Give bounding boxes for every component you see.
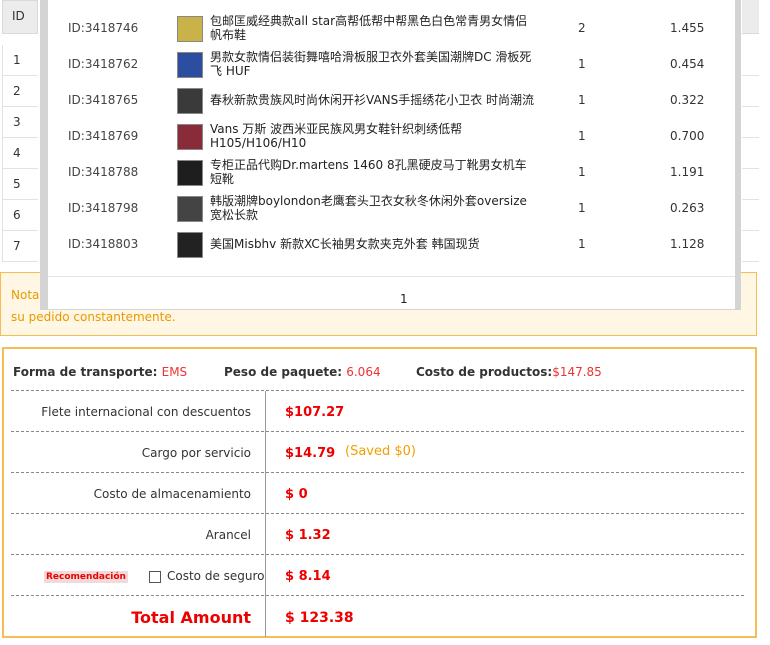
row-divider — [742, 261, 759, 262]
product-id: ID:3418788 — [68, 165, 139, 179]
shipping-header: Forma de transporte: EMS — [13, 365, 187, 379]
row-divider — [742, 75, 759, 76]
product-thumbnail[interactable] — [177, 52, 203, 78]
cargo-value: $14.79 — [285, 446, 336, 461]
header-cell-right — [742, 0, 759, 34]
product-weight: 0.263 — [670, 201, 705, 215]
weight-value: 6.064 — [346, 365, 381, 379]
product-row: ID:3418762 男款女款情侣装街舞嘻哈滑板服卫衣外套美国潮牌DC 滑板死飞 … — [48, 46, 735, 82]
cargo-label: Cargo por servicio — [141, 446, 251, 460]
product-row: ID:3418769 Vans 万斯 波西米亚民族风男女鞋针织刺绣低帮H105/H… — [48, 118, 735, 154]
pager-divider — [48, 276, 735, 277]
row-number: 6 — [2, 200, 38, 231]
almacen-label: Costo de almacenamiento — [93, 487, 251, 501]
weight-label: Peso de paquete: — [224, 365, 343, 379]
row-divider — [742, 230, 759, 231]
divider — [11, 431, 744, 432]
product-thumbnail[interactable] — [177, 16, 203, 42]
product-name[interactable]: Vans 万斯 波西米亚民族风男女鞋针织刺绣低帮H105/H106/H10 — [210, 122, 535, 150]
products-cost: Costo de productos:$147.85 — [416, 365, 602, 379]
product-name[interactable]: 男款女款情侣装街舞嘻哈滑板服卫衣外套美国潮牌DC 滑板死飞 HUF — [210, 50, 535, 78]
divider — [11, 390, 744, 391]
notice-text: su pedido constantemente. — [11, 310, 176, 324]
cargo-saved: (Saved $0) — [345, 444, 416, 459]
product-thumbnail[interactable] — [177, 124, 203, 150]
transport-value: EMS — [161, 365, 188, 379]
product-name[interactable]: 美国Misbhv 新款XC长袖男女款夹克外套 韩国现货 — [210, 237, 535, 251]
insurance-label[interactable]: Costo de seguro — [167, 569, 265, 583]
product-id: ID:3418746 — [68, 21, 139, 35]
product-quantity: 1 — [578, 129, 586, 143]
products-value: $147.85 — [552, 365, 602, 379]
divider — [11, 595, 744, 596]
row-number: 4 — [2, 138, 38, 169]
row-number: 1 — [2, 45, 38, 76]
product-name[interactable]: 专柜正品代购Dr.martens 1460 8孔黑硬皮马丁靴男女机车短靴 — [210, 158, 535, 186]
almacen-value: $ 0 — [285, 487, 308, 502]
row-divider — [742, 199, 759, 200]
product-list-popup: ID:3418746 包邮匡威经典款all star高帮低帮中帮黑色白色常青男女情… — [40, 0, 741, 310]
page-number-link[interactable]: 1 — [400, 292, 408, 306]
divider — [11, 513, 744, 514]
total-label: Total Amount — [131, 608, 251, 627]
product-weight: 0.454 — [670, 57, 705, 71]
recommendation-badge: Recomendación — [44, 571, 128, 583]
product-thumbnail[interactable] — [177, 160, 203, 186]
arancel-value: $ 1.32 — [285, 528, 331, 543]
product-weight: 1.191 — [670, 165, 705, 179]
products-label: Costo de productos: — [416, 365, 553, 379]
insurance-checkbox[interactable] — [149, 571, 161, 583]
row-divider — [742, 137, 759, 138]
product-name[interactable]: 韩版潮牌boylondon老鹰套头卫衣女秋冬休闲外套oversize宽松长款 — [210, 194, 535, 222]
shipping-summary-box: Forma de transporte: EMS Peso de paquete… — [2, 347, 757, 638]
product-weight: 1.128 — [670, 237, 705, 251]
id-column-header: ID — [2, 0, 38, 34]
arancel-label: Arancel — [205, 528, 251, 542]
product-quantity: 1 — [578, 93, 586, 107]
product-id: ID:3418765 — [68, 93, 139, 107]
insurance-value: $ 8.14 — [285, 569, 331, 584]
column-divider — [265, 391, 266, 637]
package-weight: Peso de paquete: 6.064 — [224, 365, 381, 379]
product-weight: 0.700 — [670, 129, 705, 143]
flete-label: Flete internacional con descuentos — [41, 405, 251, 419]
transport-label: Forma de transporte: — [13, 365, 158, 379]
product-weight: 1.455 — [670, 21, 705, 35]
divider — [11, 554, 744, 555]
row-divider — [742, 106, 759, 107]
product-quantity: 1 — [578, 237, 586, 251]
product-name[interactable]: 春秋新款贵族风时尚休闲开衫VANS手摇绣花小卫衣 时尚潮流 — [210, 93, 535, 107]
product-quantity: 2 — [578, 21, 586, 35]
row-divider — [742, 168, 759, 169]
product-thumbnail[interactable] — [177, 196, 203, 222]
product-quantity: 1 — [578, 201, 586, 215]
product-row: ID:3418798 韩版潮牌boylondon老鹰套头卫衣女秋冬休闲外套over… — [48, 190, 735, 226]
product-quantity: 1 — [578, 165, 586, 179]
row-number: 5 — [2, 169, 38, 200]
product-id: ID:3418762 — [68, 57, 139, 71]
product-thumbnail[interactable] — [177, 232, 203, 258]
row-number: 2 — [2, 76, 38, 107]
product-quantity: 1 — [578, 57, 586, 71]
product-row: ID:3418788 专柜正品代购Dr.martens 1460 8孔黑硬皮马丁靴… — [48, 154, 735, 190]
product-name[interactable]: 包邮匡威经典款all star高帮低帮中帮黑色白色常青男女情侣帆布鞋 — [210, 14, 535, 42]
product-id: ID:3418769 — [68, 129, 139, 143]
product-row: ID:3418746 包邮匡威经典款all star高帮低帮中帮黑色白色常青男女情… — [48, 10, 735, 46]
row-number: 7 — [2, 231, 38, 262]
product-thumbnail[interactable] — [177, 88, 203, 114]
product-id: ID:3418798 — [68, 201, 139, 215]
product-id: ID:3418803 — [68, 237, 139, 251]
divider — [11, 472, 744, 473]
flete-value: $107.27 — [285, 405, 345, 420]
row-number: 3 — [2, 107, 38, 138]
product-row: ID:3418803 美国Misbhv 新款XC长袖男女款夹克外套 韩国现货 1 1.… — [48, 226, 735, 262]
product-row: ID:3418765 春秋新款贵族风时尚休闲开衫VANS手摇绣花小卫衣 时尚潮流 1… — [48, 82, 735, 118]
product-weight: 0.322 — [670, 93, 705, 107]
total-value: $ 123.38 — [285, 610, 354, 626]
notice-label: Nota: — [11, 288, 44, 302]
